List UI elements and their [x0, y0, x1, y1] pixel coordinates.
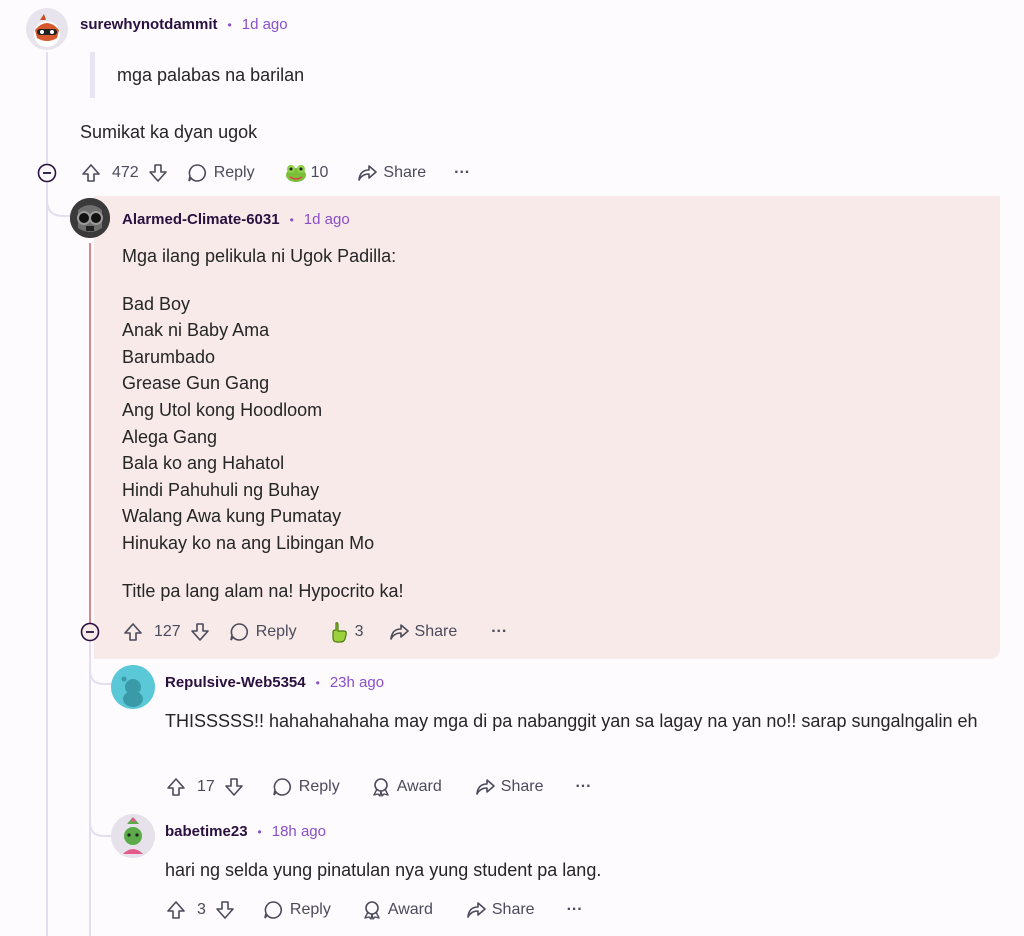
reply-button[interactable]: Reply [262, 899, 331, 921]
film-item: Walang Awa kung Pumatay [122, 506, 342, 527]
comment-meta: surewhynotdammit • 1d ago [80, 16, 288, 33]
film-item: Ang Utol kong Hoodloom [122, 399, 323, 420]
avatar-repulsive-web[interactable] [111, 665, 155, 709]
share-label: Share [491, 901, 535, 918]
share-button[interactable]: Share [388, 621, 458, 643]
collapse-thread-icon[interactable] [37, 163, 57, 183]
quoted-text: mga palabas na barilan [90, 52, 304, 98]
highlight-thread-line [89, 243, 91, 628]
reply-button[interactable]: Reply [271, 776, 340, 798]
share-label: Share [383, 164, 427, 181]
reply-button[interactable]: Reply [228, 621, 297, 643]
username[interactable]: Alarmed-Climate-6031 [122, 211, 280, 228]
share-arrow-icon [467, 902, 486, 918]
separator-dot: • [227, 17, 232, 32]
intro-line: Mga ilang pelikula ni Ugok Padilla: [122, 246, 397, 266]
more-options-button[interactable]: ··· [454, 164, 470, 182]
upvote-icon[interactable] [165, 899, 187, 921]
comment-actions: 17 Reply Award Share ··· [165, 776, 591, 798]
award-button[interactable]: Award [370, 776, 442, 798]
separator-dot: • [257, 824, 262, 839]
more-options-button[interactable]: ··· [491, 623, 507, 641]
outro-line: Title pa lang alam na! Hypocrito ka! [122, 580, 404, 601]
separator-dot: • [289, 212, 294, 227]
comment-meta: Alarmed-Climate-6031 • 1d ago [122, 211, 350, 228]
pointing-hand-award-icon [332, 622, 347, 643]
share-button[interactable]: Share [356, 162, 426, 184]
share-label: Share [500, 778, 544, 795]
film-item: Hinukay ko na ang Libingan Mo [122, 532, 375, 553]
downvote-icon[interactable] [189, 621, 211, 643]
award-ribbon-icon [364, 901, 380, 920]
reply-label: Reply [213, 164, 255, 181]
more-options-button[interactable]: ··· [575, 778, 591, 796]
share-button[interactable]: Share [474, 776, 544, 798]
comment-meta: Repulsive-Web5354 • 23h ago [165, 674, 384, 691]
avatar-babetime23[interactable] [111, 814, 155, 858]
downvote-icon[interactable] [147, 162, 169, 184]
share-arrow-icon [358, 165, 378, 181]
comment-bubble-icon [229, 623, 248, 641]
comment-bubble-icon [273, 778, 291, 796]
award-button[interactable]: Award [361, 899, 433, 921]
comment-actions: 472 Reply 10 Share ··· [80, 161, 470, 185]
frog-award-icon [285, 165, 306, 182]
downvote-icon[interactable] [214, 899, 236, 921]
reply-label: Reply [289, 901, 331, 918]
comment-actions: 127 Reply 3 Share ··· [122, 620, 507, 644]
comment-meta: babetime23 • 18h ago [165, 823, 326, 840]
film-item: Bad Boy [122, 293, 191, 314]
upvote-icon[interactable] [165, 776, 187, 798]
more-options-button[interactable]: ··· [567, 901, 583, 919]
reply-button[interactable]: Reply [186, 162, 255, 184]
comment-actions: 3 Reply Award Share ··· [165, 899, 583, 921]
comment-body: Sumikat ka dyan ugok [80, 122, 258, 142]
award-button[interactable]: 3 [327, 620, 364, 644]
film-item: Alega Gang [122, 426, 218, 447]
comment-bubble-icon [187, 164, 206, 182]
avatar-surewhynotdammit[interactable] [26, 8, 68, 50]
username[interactable]: babetime23 [165, 823, 248, 840]
award-label: Award [387, 901, 433, 918]
film-item: Hindi Pahuhuli ng Buhay [122, 479, 320, 500]
award-label: Award [396, 778, 442, 795]
vote-count: 17 [197, 778, 215, 795]
film-item: Anak ni Baby Ama [122, 320, 270, 341]
timestamp[interactable]: 1d ago [242, 16, 288, 33]
film-item: Grease Gun Gang [122, 373, 270, 394]
username[interactable]: Repulsive-Web5354 [165, 674, 306, 691]
share-label: Share [414, 623, 458, 640]
upvote-icon[interactable] [122, 621, 144, 643]
username[interactable]: surewhynotdammit [80, 16, 218, 33]
film-item: Bala ko ang Hahatol [122, 453, 285, 474]
comment-body: hari ng selda yung pinatulan nya yung st… [165, 860, 602, 880]
comment-body: THISSSSS!! hahahahahaha may mga di pa na… [165, 711, 978, 731]
timestamp[interactable]: 1d ago [304, 211, 350, 228]
timestamp[interactable]: 18h ago [272, 823, 326, 840]
vote-count: 472 [112, 164, 139, 181]
timestamp[interactable]: 23h ago [330, 674, 384, 691]
award-count: 10 [310, 164, 329, 181]
reply-label: Reply [255, 623, 297, 640]
vote-count: 3 [197, 901, 206, 918]
avatar-alarmed-climate[interactable] [70, 198, 110, 238]
share-arrow-icon [475, 779, 495, 795]
comment-bubble-icon [264, 901, 282, 919]
separator-dot: • [315, 675, 320, 690]
share-button[interactable]: Share [465, 899, 535, 921]
collapse-thread-icon[interactable] [80, 622, 100, 642]
reply-label: Reply [298, 778, 340, 795]
downvote-icon[interactable] [223, 776, 245, 798]
film-item: Barumbado [122, 346, 216, 367]
quote-text: mga palabas na barilan [117, 65, 305, 85]
film-list: Bad Boy Anak ni Baby Ama Barumbado Greas… [122, 291, 403, 557]
vote-count: 127 [154, 623, 181, 640]
comment-body: Mga ilang pelikula ni Ugok Padilla: Bad … [122, 243, 403, 604]
upvote-icon[interactable] [80, 162, 102, 184]
award-ribbon-icon [373, 778, 389, 797]
award-count: 3 [354, 623, 364, 640]
share-arrow-icon [389, 624, 409, 640]
award-button[interactable]: 10 [283, 161, 329, 185]
